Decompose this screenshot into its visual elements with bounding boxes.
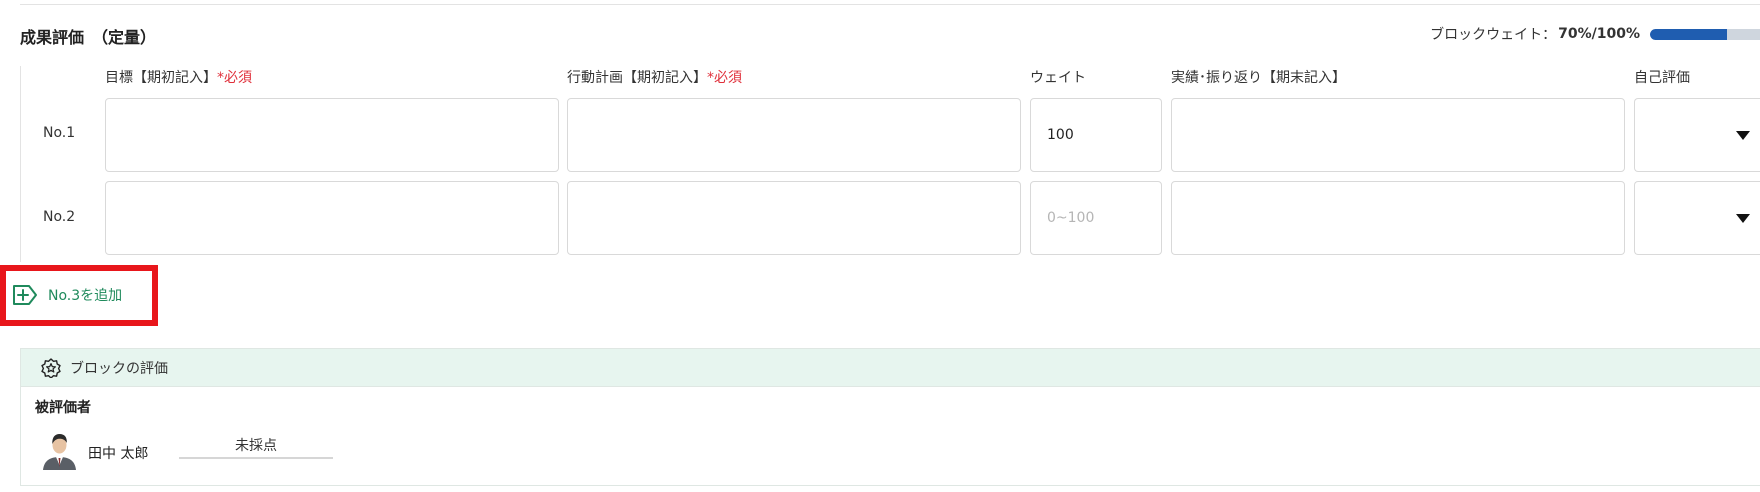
evaluee-name: 田中 太郎: [88, 446, 149, 462]
weight-field: %: [1030, 181, 1162, 255]
top-divider: [20, 4, 1760, 5]
evaluee-label: 被評価者: [35, 400, 91, 416]
column-header-action-plan: 行動計画【期初記入】*必須: [567, 70, 742, 86]
caret-down-icon: [1736, 131, 1750, 140]
required-mark: *必須: [707, 70, 742, 86]
caret-down-icon: [1736, 214, 1750, 223]
star-badge-icon: [41, 357, 61, 378]
column-header-self-eval: 自己評価: [1634, 70, 1690, 86]
block-evaluation-panel: ブロックの評価 被評価者 田中 太郎 未採点: [20, 348, 1760, 486]
weight-input[interactable]: [1031, 182, 1161, 254]
score-status: 未採点: [179, 433, 333, 459]
row-label: No.1: [43, 125, 76, 141]
block-weight-indicator: ブロックウェイト： 70%/100%: [1430, 24, 1760, 44]
results-input[interactable]: [1171, 181, 1625, 255]
block-weight-value: 70%/100%: [1558, 26, 1640, 42]
add-row-button[interactable]: No.3を追加: [12, 284, 122, 306]
block-evaluation-title: ブロックの評価: [70, 360, 168, 377]
goal-input[interactable]: [105, 181, 559, 255]
add-tag-icon: [13, 285, 37, 305]
block-weight-progress-bar: [1650, 28, 1760, 40]
required-mark: *必須: [217, 70, 252, 86]
action-plan-input[interactable]: [567, 98, 1021, 172]
column-header-weight: ウェイト: [1030, 70, 1086, 86]
block-evaluation-header: ブロックの評価: [21, 349, 1760, 387]
column-header-goal: 目標【期初記入】*必須: [105, 70, 252, 86]
person-avatar-icon: [41, 429, 78, 470]
left-divider: [20, 66, 21, 262]
add-row-label: No.3を追加: [48, 288, 123, 304]
action-plan-input[interactable]: [567, 181, 1021, 255]
column-header-results: 実績･振り返り【期末記入】: [1171, 70, 1346, 86]
self-eval-select[interactable]: [1634, 98, 1760, 172]
weight-input[interactable]: [1031, 99, 1161, 171]
row-label: No.2: [43, 209, 76, 225]
block-weight-progress-fill: [1650, 28, 1727, 40]
avatar: [41, 429, 78, 470]
self-eval-select[interactable]: [1634, 181, 1760, 255]
goal-input[interactable]: [105, 98, 559, 172]
results-input[interactable]: [1171, 98, 1625, 172]
block-weight-label: ブロックウェイト：: [1430, 27, 1557, 43]
section-title: 成果評価 （定量）: [20, 28, 157, 47]
weight-field: %: [1030, 98, 1162, 172]
